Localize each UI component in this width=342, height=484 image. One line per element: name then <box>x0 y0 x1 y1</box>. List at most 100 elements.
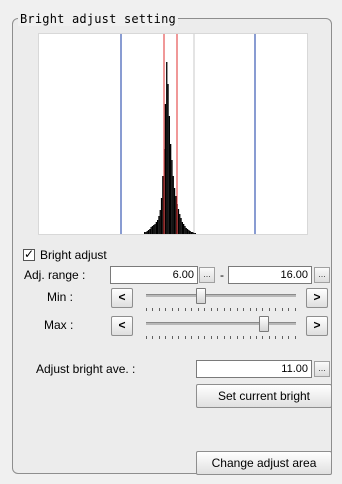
histogram-bar <box>193 233 195 234</box>
histogram-bar <box>184 226 186 234</box>
histogram-bar <box>147 230 150 234</box>
histogram-bar <box>188 230 190 234</box>
histogram-bar <box>194 233 196 234</box>
adj-range-high-field[interactable]: 16.00 <box>228 266 312 284</box>
max-slider-tick <box>255 336 257 339</box>
max-slider-tick <box>152 336 154 339</box>
max-slider-thumb[interactable] <box>259 316 269 332</box>
min-slider-tick <box>171 308 173 311</box>
min-slider-tick <box>146 308 147 311</box>
histogram-bar <box>168 116 170 234</box>
histogram-bar <box>162 176 164 234</box>
histogram-bar <box>159 210 161 234</box>
histogram-bar <box>153 225 155 234</box>
min-slider-tick <box>230 308 232 311</box>
max-slider-tick <box>249 336 251 339</box>
max-slider[interactable] <box>146 316 296 344</box>
max-slider-tick <box>191 336 193 339</box>
histogram-bar <box>167 84 169 234</box>
max-slider-tick <box>243 336 245 339</box>
max-slider-tick <box>146 336 147 339</box>
min-slider-tick <box>165 308 167 311</box>
min-slider-ticks <box>146 308 296 312</box>
histogram-panel <box>38 33 308 235</box>
histogram-bar <box>183 224 185 234</box>
histogram-bar <box>146 231 148 234</box>
max-slider-tick <box>197 336 199 339</box>
histogram-bar <box>149 229 151 234</box>
histogram-bar <box>145 232 147 234</box>
min-slider-tick <box>197 308 199 311</box>
max-slider-tick <box>165 336 167 339</box>
histogram-bar <box>155 222 157 234</box>
min-slider-tick <box>262 308 264 311</box>
max-decrease-button[interactable]: < <box>111 316 133 336</box>
min-slider[interactable] <box>146 288 296 316</box>
histogram-bar <box>189 231 191 234</box>
adj-range-label: Adj. range : <box>24 268 86 282</box>
change-adjust-area-button[interactable]: Change adjust area <box>196 451 332 475</box>
max-slider-tick <box>217 336 219 339</box>
histogram-bar <box>164 104 167 234</box>
min-slider-thumb[interactable] <box>196 288 206 304</box>
histogram-bar <box>186 229 189 234</box>
histogram-bar <box>185 228 187 234</box>
adjust-bright-ave-field[interactable]: 11.00 <box>196 360 312 378</box>
min-slider-tick <box>294 308 296 311</box>
min-slider-tick <box>204 308 206 311</box>
max-slider-tick <box>230 336 232 339</box>
min-slider-tick <box>236 308 238 311</box>
min-slider-tick <box>217 308 219 311</box>
min-slider-tick <box>178 308 180 311</box>
min-slider-tick <box>249 308 251 311</box>
max-increase-button[interactable]: > <box>306 316 328 336</box>
max-label: Max : <box>44 318 74 332</box>
histogram-graph <box>120 34 256 234</box>
min-decrease-button[interactable]: < <box>111 288 133 308</box>
histogram-bar <box>190 232 193 234</box>
min-slider-tick <box>158 308 160 311</box>
set-current-bright-button[interactable]: Set current bright <box>196 384 332 408</box>
histogram-bar <box>177 209 180 234</box>
adjust-bright-ave-browse-button[interactable]: ... <box>314 361 330 377</box>
range-separator: - <box>220 268 224 282</box>
max-slider-tick <box>184 336 186 339</box>
adj-range-high-browse-button[interactable]: ... <box>314 267 330 283</box>
histogram-bar <box>179 214 181 234</box>
min-slider-tick <box>255 308 257 311</box>
min-slider-tick <box>268 308 270 311</box>
adj-range-low-browse-button[interactable]: ... <box>199 267 215 283</box>
max-slider-ticks <box>146 336 296 340</box>
min-label: Min : <box>47 290 74 304</box>
min-increase-button[interactable]: > <box>306 288 328 308</box>
min-slider-tick <box>275 308 277 311</box>
histogram-bar <box>172 176 174 234</box>
max-slider-tick <box>294 336 296 339</box>
histogram-bar <box>144 232 146 234</box>
min-slider-tick <box>184 308 186 311</box>
min-slider-tick <box>210 308 212 311</box>
histogram-bar <box>151 226 154 234</box>
check-mark-icon: ✓ <box>24 247 35 261</box>
bright-adjust-row[interactable]: ✓ Bright adjust <box>23 247 107 263</box>
max-slider-tick <box>281 336 283 339</box>
adj-range-low-field[interactable]: 6.00 <box>110 266 198 284</box>
bright-adjust-label: Bright adjust <box>40 248 107 262</box>
histogram-bar <box>180 218 182 234</box>
group-title: Bright adjust setting <box>18 12 178 26</box>
min-slider-tick <box>288 308 290 311</box>
max-slider-tick <box>204 336 206 339</box>
histogram-bar <box>175 196 177 234</box>
max-slider-tick <box>171 336 173 339</box>
max-slider-tick <box>236 336 238 339</box>
adjust-bright-ave-label: Adjust bright ave. : <box>36 362 136 376</box>
histogram-bar <box>192 232 194 234</box>
min-slider-tick <box>281 308 283 311</box>
histogram-bar <box>154 224 156 234</box>
histogram-bar <box>171 160 173 234</box>
histogram-bar <box>173 188 176 234</box>
min-slider-track <box>146 294 296 297</box>
max-slider-tick <box>223 336 225 339</box>
max-slider-tick <box>210 336 212 339</box>
bright-adjust-checkbox[interactable]: ✓ <box>23 247 35 261</box>
